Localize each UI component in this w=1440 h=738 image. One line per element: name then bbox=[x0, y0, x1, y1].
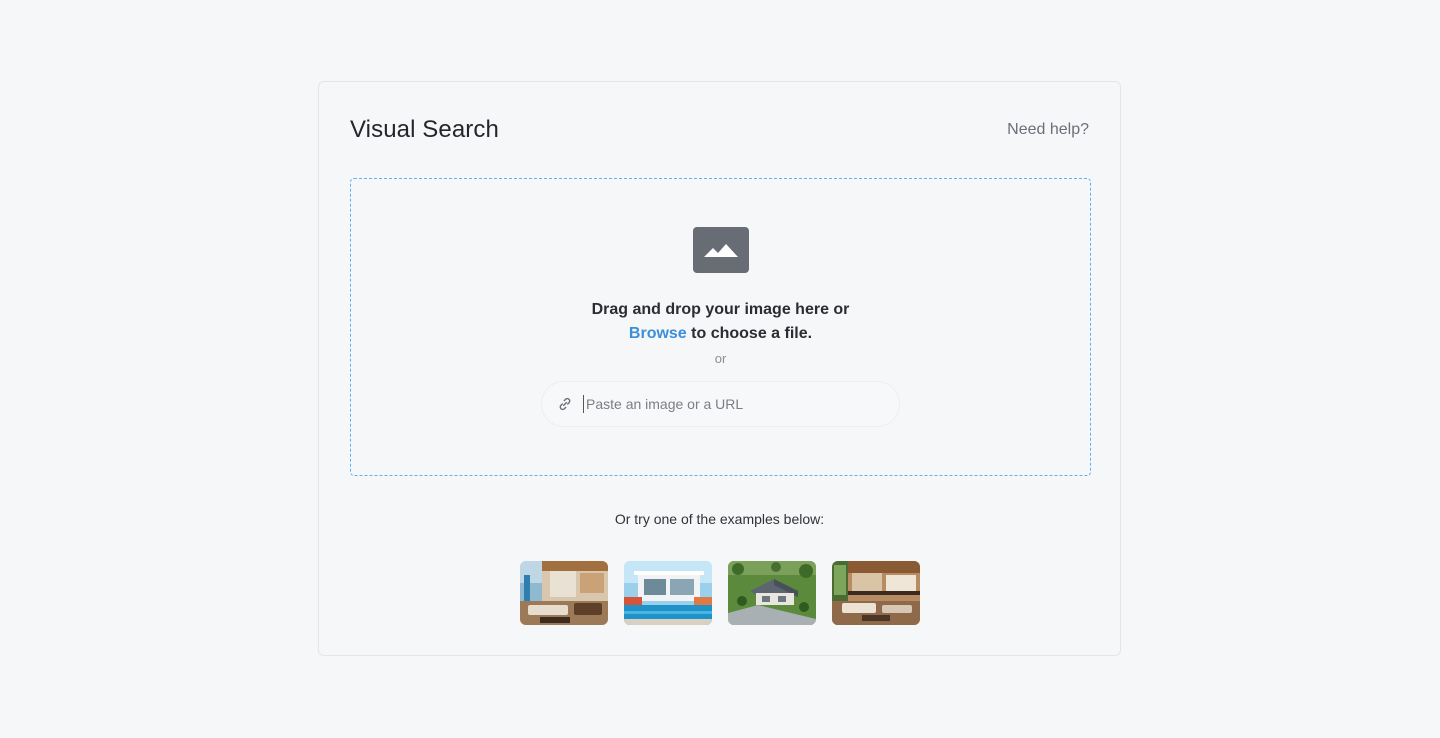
need-help-link[interactable]: Need help? bbox=[1007, 121, 1089, 139]
interior-loft-thumbnail[interactable] bbox=[832, 561, 920, 625]
image-dropzone[interactable]: Drag and drop your image here or Browse … bbox=[350, 178, 1091, 476]
dropzone-instructions: Drag and drop your image here or Browse … bbox=[592, 298, 850, 346]
dropzone-text-line1: Drag and drop your image here or bbox=[591, 301, 850, 318]
examples-label: Or try one of the examples below: bbox=[614, 511, 825, 527]
visual-search-card: Visual Search Need help? Drag and drop y… bbox=[318, 81, 1121, 656]
image-icon bbox=[692, 227, 749, 273]
living-room-thumbnail[interactable] bbox=[520, 561, 608, 625]
example-thumbnails bbox=[520, 561, 920, 625]
or-divider-text: or bbox=[714, 351, 727, 366]
browse-link[interactable]: Browse bbox=[629, 325, 687, 342]
dropzone-text-line2: Browse to choose a file. bbox=[592, 322, 850, 346]
card-header: Visual Search Need help? bbox=[350, 112, 1089, 148]
url-field[interactable] bbox=[541, 381, 900, 427]
url-input[interactable] bbox=[583, 395, 878, 413]
pool-villa-thumbnail[interactable] bbox=[624, 561, 712, 625]
dropzone-text-line2-rest: to choose a file. bbox=[686, 325, 813, 342]
link-icon bbox=[559, 397, 571, 411]
mountain-image-icon bbox=[703, 244, 738, 257]
page-title: Visual Search bbox=[350, 116, 499, 143]
aerial-house-thumbnail[interactable] bbox=[728, 561, 816, 625]
